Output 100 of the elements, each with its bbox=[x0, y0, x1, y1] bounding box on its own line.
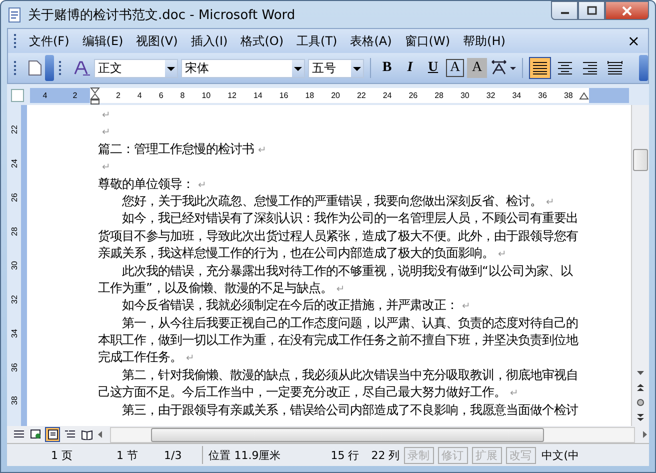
status-text: 1/3 bbox=[164, 448, 182, 462]
italic-button[interactable]: I bbox=[400, 58, 420, 78]
next-page-icon[interactable] bbox=[636, 413, 645, 422]
ruler-margin bbox=[589, 88, 629, 103]
close-icon bbox=[622, 6, 632, 16]
document-text-line: 本职工作，做到一切以工作为重，在没有完成工作任务之前不擅自下班，并坚决负责到位地 bbox=[98, 332, 578, 348]
page-view-button[interactable] bbox=[45, 427, 60, 442]
font-dropdown[interactable]: 宋体 bbox=[181, 58, 305, 78]
ruler-number: 26 bbox=[408, 91, 418, 100]
document-text-line: 亲戚关系，我这样怠慢工作的行为，也在公司内部造成了极大的负面影响。 bbox=[98, 245, 494, 260]
ruler-number: 8 bbox=[180, 91, 185, 100]
grip-icon bbox=[59, 61, 64, 75]
status-text: 位置 11.9厘米 bbox=[208, 448, 281, 462]
scroll-down-arrow-icon[interactable] bbox=[636, 369, 645, 377]
ruler-number: 38 bbox=[564, 91, 573, 100]
scroll-thumb[interactable] bbox=[633, 149, 648, 171]
reading-view-icon bbox=[80, 429, 92, 440]
styles-icon[interactable] bbox=[73, 60, 91, 76]
justify-align-button[interactable] bbox=[529, 57, 551, 79]
document-text-line: 工作为重”，以及偷懒、散漫的不足与缺点。 bbox=[98, 280, 332, 295]
document-text-line: 完成工作任务。 bbox=[98, 349, 182, 364]
menu-item[interactable]: 表格(A) bbox=[346, 32, 401, 50]
status-text: 22 列 bbox=[371, 448, 400, 462]
ruler-number: 22 bbox=[356, 91, 366, 100]
window-title: 关于赌博的检讨书范文.doc - Microsoft Word bbox=[28, 6, 296, 24]
document-icon bbox=[7, 6, 23, 22]
ruler-number: 18 bbox=[305, 91, 314, 100]
center-align-icon bbox=[557, 61, 573, 75]
ruler-number: 12 bbox=[228, 91, 236, 100]
style-dropdown[interactable]: 正文 bbox=[94, 58, 178, 78]
ruler-number: 26 bbox=[10, 193, 18, 202]
vertical-scrollbar[interactable] bbox=[631, 105, 649, 426]
menu-item[interactable]: 文件(F) bbox=[25, 32, 78, 50]
scroll-right-arrow-icon[interactable] bbox=[641, 430, 649, 439]
right-align-icon bbox=[582, 61, 598, 75]
grip-icon bbox=[14, 34, 19, 48]
document-text-line: 篇二：管理工作怠慢的检讨书 bbox=[98, 140, 254, 156]
ruler-number: 30 bbox=[10, 260, 18, 270]
menu-item[interactable]: 插入(I) bbox=[186, 32, 237, 50]
menu-item[interactable]: 窗口(W) bbox=[400, 32, 460, 50]
paragraph-mark: ↵ bbox=[102, 127, 110, 138]
bold-button[interactable]: B bbox=[377, 58, 397, 78]
underline-button[interactable]: U bbox=[423, 58, 443, 78]
boxed-button[interactable]: A bbox=[446, 59, 464, 77]
indent-marker-icon[interactable] bbox=[90, 86, 100, 104]
document-text-line: 此次我的错误，充分暴露出我对待工作的不够重视，说明我没有做到“以公司为家、以 bbox=[122, 262, 572, 278]
shaded-button[interactable]: A bbox=[467, 58, 487, 78]
ruler-number: 20 bbox=[331, 91, 340, 100]
document-text-line: 如今反省错误，我就必须制定在今后的改正措施，并严肃改正： bbox=[122, 297, 458, 312]
status-text: 1 页 bbox=[51, 448, 72, 462]
paragraph-mark: ↵ bbox=[102, 162, 110, 174]
ruler-number: 28 bbox=[434, 91, 444, 100]
document-text-line: 己这方面不足。今后工作当中，一定要充分改正，尽自己最大努力做好工作。 bbox=[98, 384, 506, 400]
document-text-line: 尊敬的单位领导： bbox=[98, 176, 194, 191]
close-document-button[interactable]: × bbox=[627, 32, 640, 50]
ruler-number: 34 bbox=[512, 91, 522, 100]
paragraph-mark: ↵ bbox=[462, 301, 470, 312]
document-text-line: 您好，关于我此次疏忽、怠慢工作的严重错误，我要向您做出深刻反省、检讨。 bbox=[122, 192, 542, 208]
ruler-number: 4 bbox=[42, 91, 48, 100]
menu-item[interactable]: 工具(T) bbox=[292, 32, 346, 50]
ruler-number: 2 bbox=[72, 91, 78, 100]
scroll-left-arrow-icon[interactable] bbox=[96, 430, 104, 439]
scroll-thumb[interactable] bbox=[151, 428, 544, 442]
menu-item[interactable]: 帮助(H) bbox=[459, 32, 514, 50]
web-view-icon bbox=[30, 429, 42, 440]
paragraph-mark: ↵ bbox=[102, 110, 110, 121]
ruler-number: 6 bbox=[158, 91, 164, 100]
previous-page-icon[interactable] bbox=[636, 383, 645, 392]
menu-item[interactable]: 编辑(E) bbox=[78, 32, 132, 50]
document-text-line: 第一，从今往后我要正视自己的工作态度问题，以严肃、认真、负责的态度对待自己的 bbox=[122, 314, 578, 330]
close-button[interactable] bbox=[605, 1, 649, 20]
right-indent-marker-icon[interactable] bbox=[579, 92, 589, 100]
browse-object-icon[interactable] bbox=[636, 398, 645, 407]
new-document-icon[interactable] bbox=[28, 60, 42, 76]
minimize-button[interactable] bbox=[551, 1, 578, 20]
outline-view-icon bbox=[64, 429, 76, 440]
document-text-line: 第二，针对我偷懒、散漫的缺点，我必须从此次错误当中充分吸取教训，彻底地审视自 bbox=[122, 366, 578, 382]
ruler-number: 36 bbox=[538, 91, 547, 100]
ruler-number: 14 bbox=[253, 91, 262, 100]
language-indicator: 中文(中 bbox=[542, 448, 580, 462]
grip-icon bbox=[14, 61, 19, 75]
ruler-number: 10 bbox=[202, 91, 211, 100]
ruler-number: 30 bbox=[460, 91, 470, 100]
maximize-icon bbox=[586, 6, 596, 15]
paragraph-mark: ↵ bbox=[510, 388, 518, 400]
page-view-icon bbox=[46, 429, 58, 440]
horizontal-scrollbar[interactable] bbox=[110, 426, 635, 442]
paragraph-mark: ↵ bbox=[498, 249, 506, 260]
maximize-button[interactable] bbox=[578, 1, 605, 20]
document-text-line: 货项目不参与加班，导致此次出货过程人员紧张，造成了极大不便。此外，由于跟领导您有 bbox=[98, 228, 578, 243]
font-size-dropdown[interactable]: 五号 bbox=[308, 58, 364, 78]
character-scaling-icon[interactable] bbox=[490, 60, 516, 76]
paragraph-mark: ↵ bbox=[198, 180, 206, 191]
ruler-number: 32 bbox=[486, 91, 496, 100]
paragraph-mark: ↵ bbox=[186, 353, 194, 364]
menu-item[interactable]: 视图(V) bbox=[132, 32, 187, 50]
normal-view-icon bbox=[12, 429, 24, 440]
status-text: 1 节 bbox=[116, 448, 138, 462]
paragraph-mark: ↵ bbox=[546, 196, 554, 208]
menu-item[interactable]: 格式(O) bbox=[236, 32, 293, 50]
